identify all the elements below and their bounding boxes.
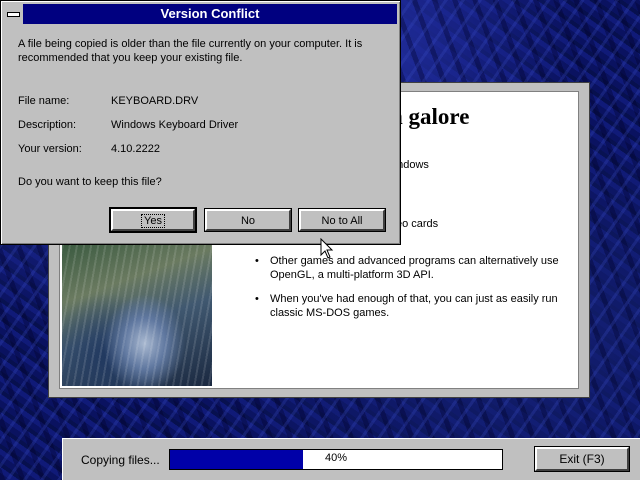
bullet-dot: •	[255, 293, 259, 305]
bullet-4-line1: When you've had enough of that, you can …	[270, 293, 558, 305]
bullet-4-line2: classic MS-DOS games.	[270, 307, 390, 319]
billboard-bullet-4: • When you've had enough of that, you ca…	[255, 292, 570, 320]
your-version-label: Your version:	[18, 143, 82, 155]
system-menu-icon[interactable]	[4, 4, 22, 24]
your-version-value: 4.10.2222	[111, 143, 160, 155]
game-screenshot-image	[62, 244, 212, 386]
exit-button-label: Exit (F3)	[559, 452, 605, 466]
dialog-message: A file being copied is older than the fi…	[18, 37, 362, 65]
description-value: Windows Keyboard Driver	[111, 119, 239, 131]
billboard-heading: n galore	[390, 104, 470, 129]
no-button-label: No	[240, 215, 256, 227]
no-to-all-button[interactable]: No to All	[298, 208, 386, 232]
dialog-message-line1: A file being copied is older than the fi…	[18, 38, 363, 50]
description-label: Description:	[18, 119, 77, 131]
copy-status-bar: Copying files... 40% Exit (F3)	[62, 438, 640, 480]
no-button[interactable]: No	[204, 208, 292, 232]
progress-percent: 40%	[324, 452, 348, 464]
yes-button[interactable]: Yes	[109, 207, 197, 233]
yes-button-label: Yes	[141, 214, 165, 228]
exit-button[interactable]: Exit (F3)	[534, 446, 630, 472]
version-conflict-dialog: Version Conflict A file being copied is …	[0, 0, 401, 245]
copying-status-label: Copying files...	[81, 453, 160, 467]
bullet-dot: •	[255, 255, 259, 267]
bullet-3-line2: OpenGL, a multi-platform 3D API.	[270, 269, 434, 281]
keep-file-question: Do you want to keep this file?	[18, 176, 162, 188]
bullet-3-line1: Other games and advanced programs can al…	[270, 255, 559, 267]
billboard-bullet-3: • Other games and advanced programs can …	[255, 254, 570, 282]
copy-progress-bar: 40%	[169, 449, 503, 470]
mouse-pointer-icon	[320, 238, 334, 259]
file-name-value: KEYBOARD.DRV	[111, 95, 199, 107]
dialog-title: Version Conflict	[23, 4, 397, 24]
file-name-label: File name:	[18, 95, 70, 107]
no-to-all-button-label: No to All	[321, 215, 363, 227]
dialog-message-line2: recommended that you keep your existing …	[18, 52, 243, 64]
